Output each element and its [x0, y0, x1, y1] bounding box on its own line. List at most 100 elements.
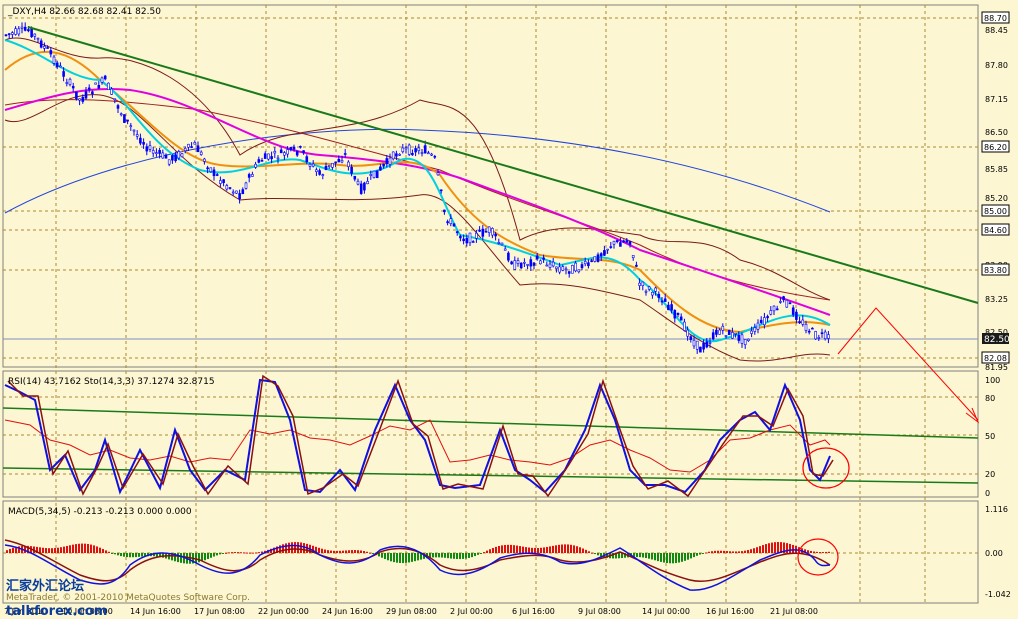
- macd-bar: [303, 543, 305, 553]
- candle-body: [315, 169, 318, 172]
- macd-bar: [60, 547, 62, 553]
- macd-bar: [78, 543, 80, 553]
- macd-bar: [114, 553, 116, 555]
- macd-bar: [366, 551, 368, 553]
- macd-bar: [546, 546, 548, 553]
- macd-bar: [483, 552, 485, 554]
- candle-body: [395, 153, 398, 157]
- candle-body: [187, 143, 190, 148]
- macd-bar: [774, 542, 776, 553]
- macd-bar: [471, 553, 473, 558]
- macd-bar: [45, 548, 47, 553]
- candle-body: [100, 77, 104, 83]
- candle-body: [203, 158, 206, 162]
- candle-body: [785, 299, 789, 308]
- candle-body: [763, 317, 766, 325]
- candle-body: [791, 307, 795, 315]
- candle-body: [743, 339, 747, 345]
- candle-body: [289, 147, 293, 151]
- macd-bar: [39, 547, 41, 553]
- macd-bar: [819, 552, 821, 554]
- macd-bar: [432, 553, 434, 558]
- candle-body: [612, 240, 616, 245]
- macd-bar: [702, 553, 704, 554]
- macd-bar: [255, 552, 257, 554]
- macd-bar: [549, 546, 551, 553]
- macd-bar: [84, 543, 86, 553]
- candle-body: [283, 152, 286, 156]
- candle-body: [580, 264, 584, 269]
- hline-label: 82.08: [984, 354, 1007, 363]
- candle-body: [385, 158, 389, 165]
- macd-bar: [759, 546, 761, 553]
- candle-body: [350, 166, 353, 174]
- candle-body: [359, 183, 363, 194]
- candle-body: [75, 91, 78, 100]
- candle-body: [820, 332, 824, 335]
- candle-body: [628, 241, 632, 245]
- candle-body: [327, 165, 331, 167]
- macd-bar: [216, 553, 218, 556]
- macd-bar: [492, 547, 494, 553]
- macd-bar: [822, 552, 824, 554]
- macd-bar: [324, 549, 326, 553]
- macd-bar: [135, 553, 137, 558]
- candle-body: [78, 98, 81, 101]
- candle-body: [487, 226, 491, 233]
- candle-body: [183, 148, 187, 152]
- candle-body: [587, 262, 590, 267]
- chart-canvas[interactable]: _DXY,H4 82.66 82.68 82.41 82.50 88.45 87…: [0, 0, 1018, 619]
- macd-bar: [399, 553, 401, 564]
- candle-body: [193, 142, 197, 145]
- macd-bar: [435, 553, 437, 558]
- macd-bar: [225, 552, 227, 554]
- macd-bar: [792, 544, 794, 553]
- macd-bar: [732, 551, 734, 553]
- candle-body: [65, 82, 69, 84]
- candle-body: [292, 146, 296, 150]
- candle-body: [52, 56, 56, 64]
- candle-body: [705, 341, 709, 348]
- macd-bar: [768, 543, 770, 553]
- candle-body: [305, 156, 309, 162]
- candle-body: [39, 40, 43, 48]
- candle-body: [174, 154, 177, 162]
- candle-body: [241, 189, 245, 195]
- candle-body: [753, 327, 757, 332]
- candle-body: [142, 141, 145, 145]
- macd-bar: [495, 546, 497, 553]
- price-tick: 87.15: [985, 95, 1008, 104]
- macd-bar: [486, 550, 488, 553]
- macd-bar: [642, 553, 644, 558]
- candle-body: [676, 312, 680, 316]
- macd-bar: [222, 553, 224, 554]
- macd-bar: [240, 552, 242, 554]
- time-tick: 21 Jul 08:00: [770, 607, 818, 616]
- macd-bar: [459, 553, 461, 560]
- time-tick: 14 Jun 16:00: [130, 607, 181, 616]
- candle-body: [59, 65, 62, 68]
- macd-bar: [102, 549, 104, 553]
- macd-bar: [711, 551, 713, 553]
- time-tick: 9 Jul 08:00: [578, 607, 621, 616]
- macd-bar: [744, 550, 746, 553]
- candle-body: [110, 88, 113, 95]
- macd-bar: [825, 551, 827, 553]
- main-panel[interactable]: [2, 4, 979, 368]
- macd-bar: [537, 547, 539, 553]
- candle-body: [731, 332, 734, 339]
- macd-bar: [540, 547, 542, 553]
- macd-bar: [591, 552, 593, 554]
- candle-body: [340, 160, 344, 163]
- candle-body: [46, 47, 49, 49]
- candle-body: [68, 78, 72, 85]
- macd-bar: [564, 544, 566, 553]
- macd-bar: [723, 550, 725, 553]
- candle-body: [334, 161, 337, 164]
- candle-body: [775, 308, 779, 311]
- macd-bar: [387, 553, 389, 561]
- candle-body: [199, 151, 203, 155]
- macd-bar: [708, 551, 710, 553]
- macd-bar: [567, 544, 569, 553]
- time-tick: 14 Jul 00:00: [642, 607, 690, 616]
